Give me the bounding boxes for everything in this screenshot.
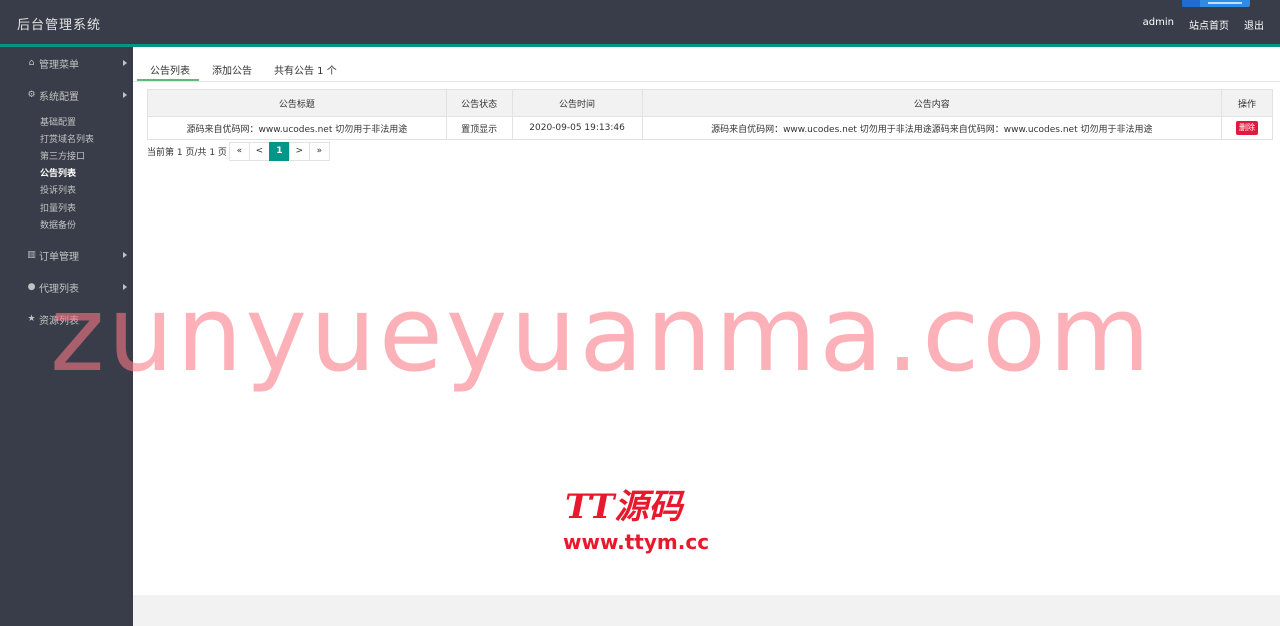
chevron-right-icon	[123, 284, 127, 290]
user-icon: ●	[27, 282, 36, 292]
prev-page-button[interactable]: <	[248, 141, 270, 161]
sidebar-item-order-manage[interactable]: ▥ 订单管理	[0, 244, 133, 266]
tab-announcement-list[interactable]: 公告列表	[137, 57, 199, 81]
delete-button[interactable]: 删除	[1236, 121, 1259, 135]
sidebar: ⌂ 管理菜单 ⚙ 系统配置 基础配置 打赏域名列表 第三方接口 公告列表 投诉列…	[0, 47, 133, 626]
last-page-button[interactable]: »	[308, 141, 330, 161]
sidebar-item-agent-list[interactable]: ● 代理列表	[0, 276, 133, 298]
tab-add-announcement[interactable]: 添加公告	[199, 57, 261, 81]
main-content: 公告列表 添加公告 共有公告 1 个 公告标题 公告状态 公告时间 公告内容 操…	[133, 47, 1280, 595]
admin-user-link[interactable]: admin	[1143, 17, 1174, 32]
sidebar-subitem-basic-config[interactable]: 基础配置	[40, 115, 76, 129]
announcement-table: 公告标题 公告状态 公告时间 公告内容 操作 源码来自优码网：www.ucode…	[147, 89, 1273, 140]
pagination: 当前第 1 页/共 1 页 « < 1 > »	[147, 141, 330, 161]
column-header-action: 操作	[1221, 89, 1273, 117]
home-icon: ⌂	[28, 58, 35, 68]
sidebar-item-label: 管理菜单	[39, 59, 79, 71]
app-title: 后台管理系统	[17, 18, 102, 33]
sidebar-subitem-tip-domain-list[interactable]: 打赏域名列表	[40, 132, 94, 146]
sidebar-item-label: 资源列表	[39, 315, 79, 327]
logout-link[interactable]: 退出	[1244, 17, 1264, 32]
table-header-row: 公告标题 公告状态 公告时间 公告内容 操作	[147, 89, 1273, 117]
tab-bar: 公告列表 添加公告 共有公告 1 个	[137, 57, 346, 81]
sidebar-item-resource-list[interactable]: ★ 资源列表	[0, 308, 133, 330]
chevron-right-icon	[123, 252, 127, 258]
gears-icon: ⚙	[27, 90, 36, 100]
sidebar-subitem-third-party-api[interactable]: 第三方接口	[40, 149, 85, 163]
sidebar-subitem-announcement-list[interactable]: 公告列表	[40, 166, 76, 180]
cell-status: 置顶显示	[445, 116, 513, 140]
sidebar-item-label: 订单管理	[39, 251, 79, 263]
sidebar-subitem-complaint-list[interactable]: 投诉列表	[40, 183, 76, 197]
cell-time: 2020-09-05 19:13:46	[511, 116, 643, 140]
header-badge[interactable]	[1182, 0, 1250, 7]
sidebar-subitem-data-backup[interactable]: 数据备份	[40, 218, 76, 232]
column-header-status: 公告状态	[445, 89, 513, 117]
column-header-title: 公告标题	[147, 89, 447, 117]
bar-chart-icon: ▥	[27, 250, 36, 260]
top-header: 后台管理系统 admin 站点首页 退出	[0, 0, 1280, 44]
cell-action: 删除	[1221, 116, 1273, 140]
sidebar-item-manage-menu[interactable]: ⌂ 管理菜单	[0, 52, 133, 74]
sidebar-item-label: 代理列表	[39, 283, 79, 295]
sidebar-item-system-config[interactable]: ⚙ 系统配置	[0, 84, 133, 106]
watermark-url: www.ttym.cc	[563, 530, 710, 554]
chevron-right-icon	[123, 92, 127, 98]
cell-title: 源码来自优码网：www.ucodes.net 切勿用于非法用途	[147, 116, 447, 140]
watermark-logo: TT源码	[565, 487, 683, 527]
site-home-link[interactable]: 站点首页	[1189, 17, 1229, 32]
cell-content: 源码来自优码网：www.ucodes.net 切勿用于非法用途源码来自优码网：w…	[641, 116, 1223, 140]
announcement-count: 共有公告 1 个	[274, 66, 337, 77]
chevron-right-icon	[123, 60, 127, 66]
tab-divider	[133, 81, 1280, 82]
first-page-button[interactable]: «	[228, 141, 250, 161]
pagination-info: 当前第 1 页/共 1 页	[147, 147, 227, 158]
header-nav: admin 站点首页 退出	[1143, 17, 1264, 32]
table-row: 源码来自优码网：www.ucodes.net 切勿用于非法用途 置顶显示 202…	[147, 116, 1273, 140]
star-icon: ★	[27, 314, 36, 324]
current-page-button[interactable]: 1	[268, 141, 290, 161]
column-header-time: 公告时间	[511, 89, 643, 117]
column-header-content: 公告内容	[641, 89, 1223, 117]
footer-area	[133, 595, 1280, 626]
sidebar-item-label: 系统配置	[39, 91, 79, 103]
next-page-button[interactable]: >	[288, 141, 310, 161]
sidebar-subitem-deduction-list[interactable]: 扣量列表	[40, 201, 76, 215]
